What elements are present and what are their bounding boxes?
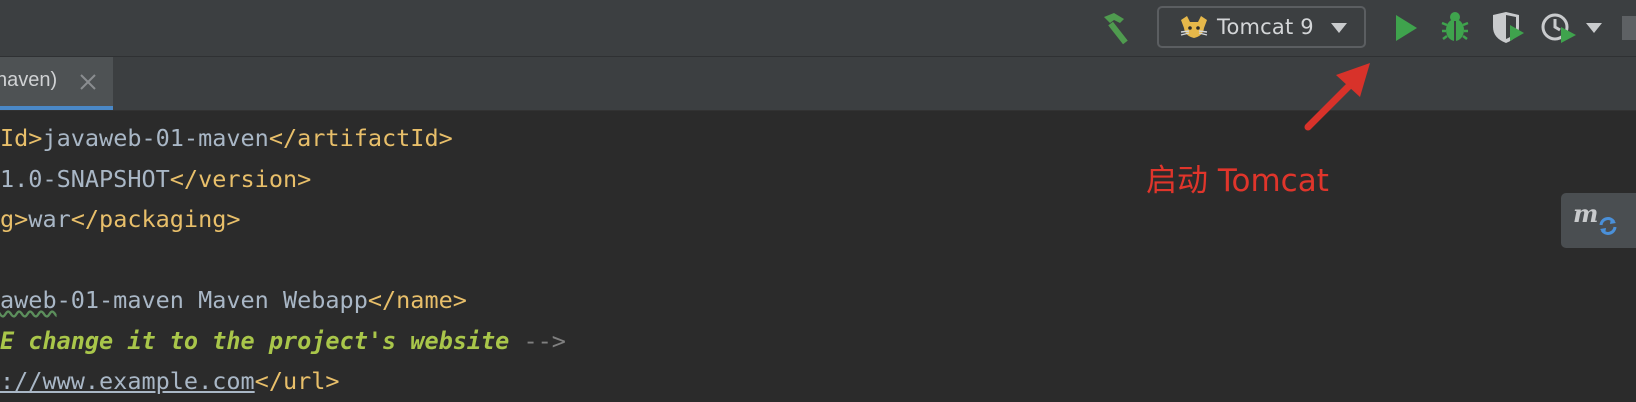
code-editor[interactable]: Id>javaweb-01-maven</artifactId> 1.0-SNAP… [0,111,1636,402]
code-line: ://www.example.com</url> [0,360,340,402]
hammer-icon[interactable] [1100,11,1138,45]
maven-load-changes-button[interactable]: m [1561,193,1636,248]
run-icon[interactable] [1393,13,1419,43]
code-token: aweb [0,286,57,314]
close-icon[interactable] [79,73,97,91]
code-line: 1.0-SNAPSHOT</version> [0,158,311,200]
code-line: g>war</packaging> [0,198,241,240]
code-token: --> [523,326,566,355]
debug-icon[interactable] [1440,11,1470,43]
stop-icon[interactable] [1622,16,1636,40]
code-line: Id>javaweb-01-maven</artifactId> [0,117,453,159]
more-dropdown-icon[interactable] [1585,22,1603,34]
coverage-icon[interactable] [1490,11,1526,45]
code-token: 1.0-SNAPSHOT [0,164,170,193]
maven-letter: m [1573,199,1599,228]
editor-tab-pom[interactable]: naven) [0,57,113,110]
code-token: </artifactId> [268,124,453,152]
code-token: </url> [254,367,340,395]
code-token: javaweb-01-maven [42,124,269,152]
tomcat-cat-icon [1180,16,1208,38]
editor-tab-label: naven) [0,69,58,91]
editor-tab-bar: naven) [0,57,1636,111]
run-configuration-label: Tomcat 9 [1217,15,1314,39]
code-line: E change it to the project's website --> [0,320,566,362]
chevron-down-icon [1331,23,1347,33]
maven-sync-icon [1599,217,1617,235]
code-token: g> [0,205,29,233]
code-token: -01-maven Maven Webapp [56,286,368,314]
code-token: ://www.example.com [0,367,255,395]
code-line: aweb-01-maven Maven Webapp</name> [0,279,467,321]
code-token: </version> [169,164,312,193]
annotation-label: 启动 Tomcat [1146,163,1329,199]
code-token: </packaging> [70,205,241,233]
code-token: </name> [367,286,467,314]
code-token: Id> [0,124,43,152]
code-token: E change it to the project's website [0,326,524,355]
code-token: war [28,205,71,233]
profiler-icon[interactable] [1540,11,1578,45]
run-configuration-selector[interactable]: Tomcat 9 [1157,6,1366,48]
main-toolbar: Tomcat 9 [0,0,1636,57]
annotation-arrow-icon [1304,63,1370,131]
